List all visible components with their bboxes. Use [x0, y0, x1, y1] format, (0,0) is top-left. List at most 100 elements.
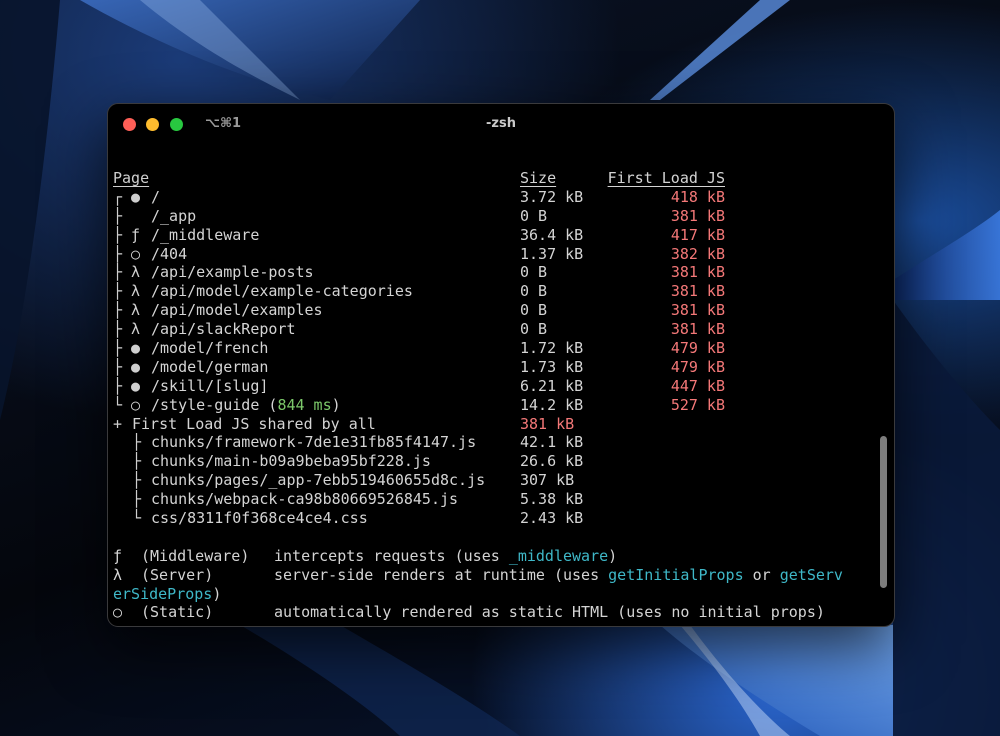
table-row: ├ λ /api/model/examples 0 B 381 kB [113, 301, 873, 320]
chunk-name: chunks/main-b09a9beba95bf228.js [151, 452, 431, 471]
chunk-name: chunks/webpack-ca98b80669526845.js [151, 490, 459, 509]
header-first-load: First Load JS [607, 169, 725, 187]
route-first-load: 479 kB [670, 357, 725, 376]
tree-marker: ├ [113, 206, 141, 225]
legend-continuation: erSideProps) [113, 585, 221, 604]
route-timing: 844 ms [277, 395, 332, 414]
table-row: ├ ƒ /_middleware 36.4 kB 417 kB [113, 226, 873, 245]
route-first-load: 381 kB [670, 206, 725, 225]
legend-symbol: ○ [113, 603, 123, 622]
route-first-load: 382 kB [670, 244, 725, 263]
chunk-row: ├ chunks/webpack-ca98b80669526845.js 5.3… [113, 490, 873, 509]
route-path: /skill/[slug] [151, 376, 269, 395]
tree-marker: ├ ƒ [113, 225, 141, 244]
route-first-load: 381 kB [670, 320, 725, 339]
table-row: └ ○ /style-guide (844 ms) 14.2 kB 527 kB [113, 396, 873, 415]
legend-label: (Middleware) [141, 546, 250, 565]
legend-row-wrap: erSideProps) [113, 585, 873, 604]
legend-text: or [743, 565, 780, 584]
table-row: ├ ● /model/french 1.72 kB 479 kB [113, 339, 873, 358]
timing-close: ) [331, 395, 341, 414]
scrollbar-thumb[interactable] [880, 436, 887, 588]
table-row: ├ λ /api/model/example-categories 0 B 38… [113, 282, 873, 301]
chunk-size: 42.1 kB [520, 433, 584, 452]
route-path: /model/french [151, 339, 269, 358]
legend-code: _middleware [508, 546, 609, 565]
tree-marker: └ [132, 509, 142, 528]
legend-text: ) [608, 546, 618, 565]
legend-code: getServ [779, 565, 843, 584]
legend-text: server-side renders at runtime (uses [274, 565, 609, 584]
tree-marker: ├ ● [113, 339, 141, 358]
table-row: ├ ● /model/german 1.73 kB 479 kB [113, 358, 873, 377]
legend-row: ƒ (Middleware) intercepts requests (uses… [113, 547, 873, 566]
route-size: 0 B [520, 282, 548, 301]
route-first-load: 479 kB [670, 339, 725, 358]
legend-code: erSideProps [113, 584, 213, 603]
legend-text: intercepts requests (uses [274, 546, 509, 565]
route-size: 0 B [520, 320, 548, 339]
table-row: ├ /_app 0 B 381 kB [113, 207, 873, 226]
chunk-row: ├ chunks/main-b09a9beba95bf228.js 26.6 k… [113, 452, 873, 471]
route-path: /api/example-posts [151, 263, 314, 282]
route-first-load: 381 kB [670, 282, 725, 301]
tree-marker: ├ λ [113, 320, 141, 339]
shared-size: 381 kB [520, 414, 575, 433]
route-first-load: 418 kB [670, 187, 725, 206]
tree-marker: ├ ● [113, 376, 141, 395]
route-first-load: 447 kB [670, 376, 725, 395]
chunk-size: 5.38 kB [520, 490, 584, 509]
legend-description: automatically rendered as static HTML (u… [274, 603, 825, 622]
table-row: ├ λ /api/slackReport 0 B 381 kB [113, 320, 873, 339]
terminal-output[interactable]: Page Size First Load JS ┌ ● / 3.72 kB 41… [113, 169, 873, 622]
route-path: /api/model/example-categories [151, 282, 413, 301]
tree-marker: ├ [132, 452, 142, 471]
shared-prefix: + [113, 414, 123, 433]
route-size: 3.72 kB [520, 187, 584, 206]
route-size: 14.2 kB [520, 395, 584, 414]
terminal-window: ⌥⌘1 -zsh Page Size First Load JS ┌ ● / 3… [107, 103, 895, 627]
route-path-with-timing: /style-guide (844 ms) [151, 396, 341, 415]
route-first-load: 417 kB [670, 225, 725, 244]
legend-code: getInitialProps [608, 565, 744, 584]
tree-marker: ├ λ [113, 263, 141, 282]
route-path: /_app [151, 206, 197, 225]
chunk-row: └ css/8311f0f368ce4ce4.css 2.43 kB [113, 509, 873, 528]
chunk-name: chunks/pages/_app-7ebb519460655d8c.js [151, 471, 486, 490]
header-page: Page [113, 169, 150, 187]
table-row: ┌ ● / 3.72 kB 418 kB [113, 188, 873, 207]
shared-summary-row: + First Load JS shared by all 381 kB [113, 415, 873, 434]
table-header: Page Size First Load JS [113, 169, 873, 188]
legend-row: λ (Server) server-side renders at runtim… [113, 566, 873, 585]
route-path: / [151, 187, 161, 206]
table-row: ├ λ /api/example-posts 0 B 381 kB [113, 263, 873, 282]
tree-marker: ┌ ● [113, 187, 141, 206]
route-path: /model/german [151, 357, 269, 376]
route-path: /api/slackReport [151, 320, 296, 339]
route-path: /style-guide [151, 395, 260, 414]
route-size: 6.21 kB [520, 376, 584, 395]
route-first-load: 527 kB [670, 395, 725, 414]
table-row: ├ ○ /404 1.37 kB 382 kB [113, 245, 873, 264]
route-size: 0 B [520, 301, 548, 320]
table-row: ├ ● /skill/[slug] 6.21 kB 447 kB [113, 377, 873, 396]
tree-marker: ├ ○ [113, 244, 141, 263]
route-size: 1.72 kB [520, 339, 584, 358]
chunk-size: 307 kB [520, 471, 575, 490]
route-path: /_middleware [151, 225, 260, 244]
route-first-load: 381 kB [670, 301, 725, 320]
legend-label: (Static) [141, 603, 214, 622]
chunk-name: css/8311f0f368ce4ce4.css [151, 509, 368, 528]
shared-label: First Load JS shared by all [132, 414, 376, 433]
legend-label: (Server) [141, 565, 214, 584]
tree-marker: ├ [132, 490, 142, 509]
tree-marker: ├ [132, 433, 142, 452]
timing-open: ( [259, 395, 278, 414]
route-path: /api/model/examples [151, 301, 323, 320]
route-size: 0 B [520, 263, 548, 282]
legend-description: server-side renders at runtime (uses get… [274, 566, 843, 585]
route-size: 1.73 kB [520, 357, 584, 376]
tree-marker: ├ [132, 471, 142, 490]
route-size: 0 B [520, 206, 548, 225]
